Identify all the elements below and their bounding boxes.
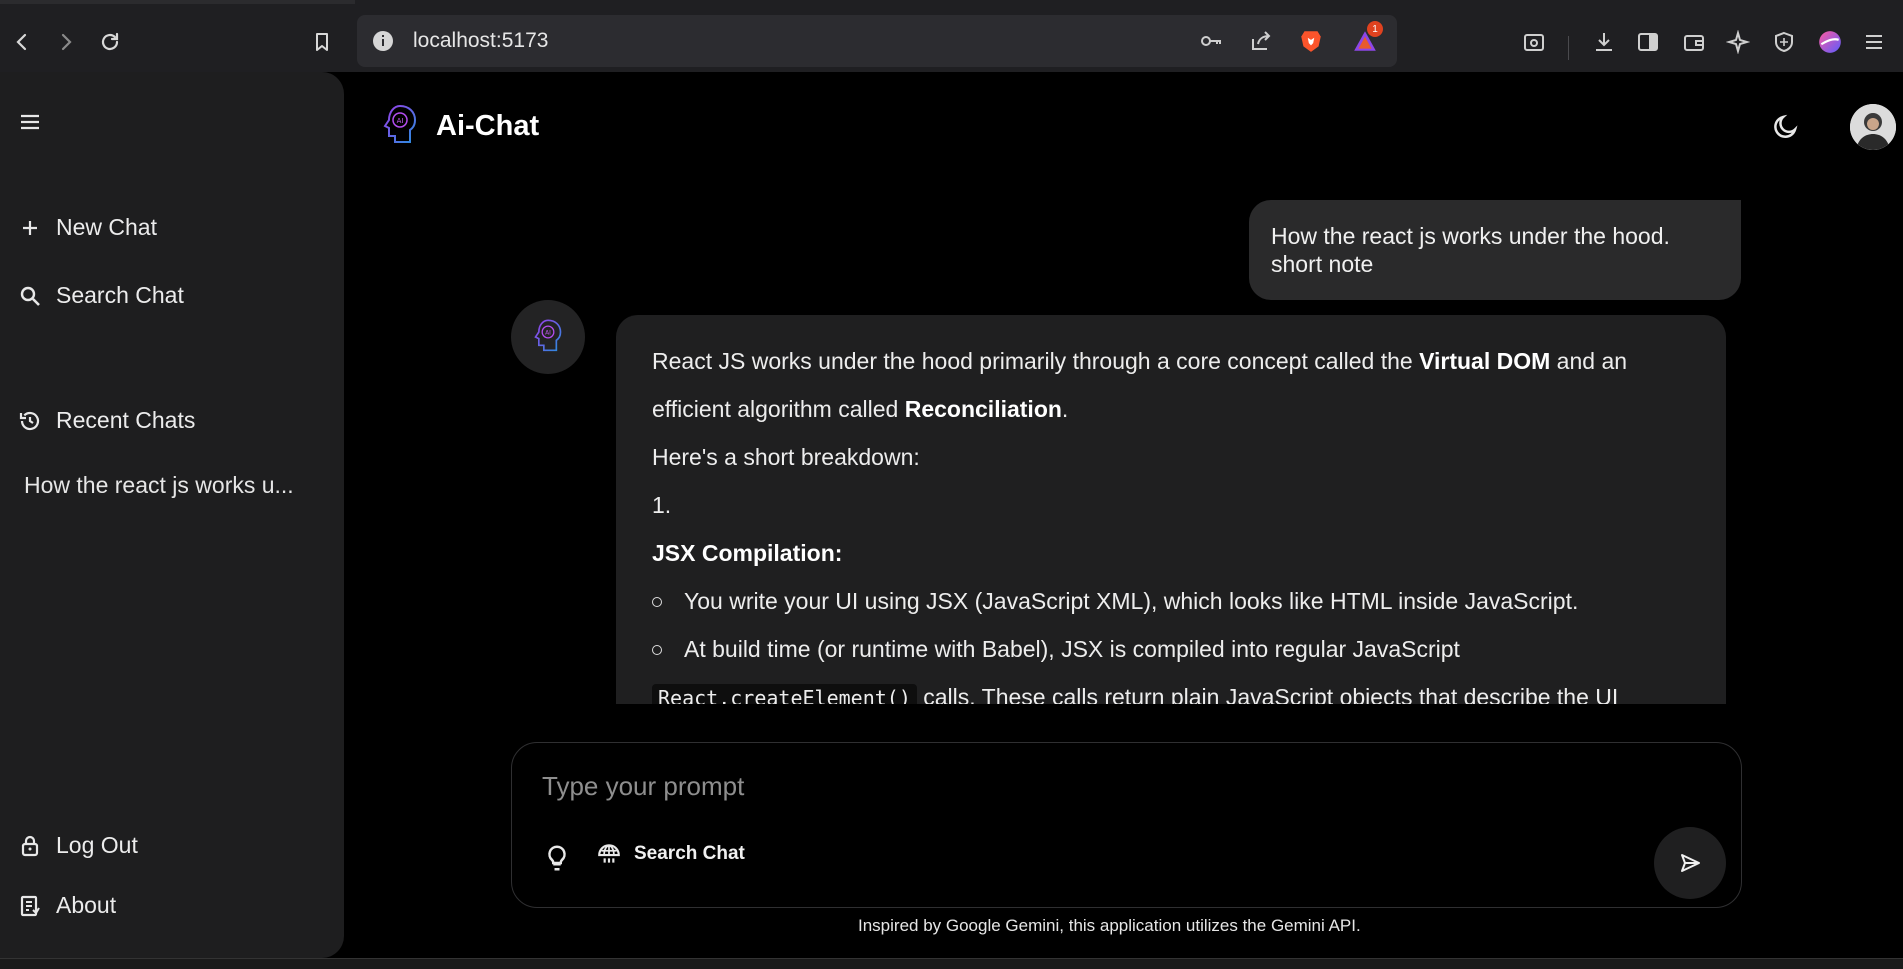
- window-bottom-edge: [0, 958, 1903, 969]
- recent-chats-heading: Recent Chats: [18, 407, 195, 434]
- url-text[interactable]: localhost:5173: [413, 29, 548, 53]
- about-label: About: [56, 892, 117, 918]
- reload-icon[interactable]: [94, 26, 126, 58]
- brave-rewards-icon[interactable]: 1: [1351, 21, 1383, 55]
- dark-mode-toggle-icon[interactable]: [1770, 112, 1800, 142]
- svg-text:AI: AI: [397, 117, 404, 125]
- profile-icon[interactable]: [1814, 26, 1846, 58]
- bot-avatar: AI: [511, 300, 585, 374]
- sidebar: New Chat Search Chat Recent Chats How th…: [0, 72, 344, 958]
- search-icon: [20, 286, 40, 306]
- search-chat-label: Search Chat: [56, 282, 184, 308]
- prompt-input[interactable]: [542, 771, 1542, 802]
- user-avatar[interactable]: [1850, 104, 1896, 150]
- vpn-icon[interactable]: [1768, 26, 1800, 58]
- search-chat-button[interactable]: Search Chat: [18, 282, 184, 309]
- app-title: Ai-Chat: [436, 110, 540, 142]
- logout-label: Log Out: [56, 832, 138, 858]
- notification-badge: 1: [1367, 21, 1383, 37]
- active-tab-hint[interactable]: [0, 0, 355, 4]
- key-icon[interactable]: [1197, 27, 1225, 55]
- chat-messages[interactable]: How the react js works under the hood. s…: [344, 190, 1903, 704]
- search-chat-chip-label: Search Chat: [634, 843, 745, 864]
- address-bar[interactable]: localhost:5173 1: [357, 15, 1397, 67]
- new-chat-button[interactable]: New Chat: [18, 214, 157, 241]
- browser-tab-strip: [0, 0, 1903, 12]
- sidebar-toggle-icon[interactable]: [1632, 26, 1664, 58]
- browser-toolbar: localhost:5173 1: [0, 12, 1903, 72]
- svg-text:AI: AI: [545, 331, 551, 337]
- bookmark-icon[interactable]: [306, 26, 338, 58]
- list-item: You write your UI using JSX (JavaScript …: [652, 577, 1690, 625]
- send-icon: [1681, 854, 1700, 872]
- list-item: At build time (or runtime with Babel), J…: [652, 625, 1690, 673]
- site-info-icon[interactable]: [371, 29, 395, 53]
- about-icon: [20, 895, 40, 916]
- reader-mode-icon[interactable]: [1518, 26, 1550, 58]
- download-icon[interactable]: [1588, 26, 1620, 58]
- new-chat-label: New Chat: [56, 214, 157, 240]
- list-item-continued: React.createElement() calls. These calls…: [652, 673, 1690, 704]
- lock-icon: [21, 835, 39, 856]
- ai-head-icon: AI: [534, 319, 562, 352]
- prompt-composer: Search Chat: [511, 742, 1742, 908]
- sidebar-menu-icon[interactable]: [18, 110, 42, 134]
- bot-breakdown: Here's a short breakdown:: [652, 444, 920, 470]
- recent-chats-title: Recent Chats: [56, 407, 196, 433]
- toolbar-divider: [1568, 36, 1569, 60]
- send-button[interactable]: [1654, 827, 1726, 899]
- globe-search-icon: [598, 844, 620, 863]
- ai-head-logo-icon: AI: [383, 104, 417, 143]
- logout-button[interactable]: Log Out: [18, 832, 138, 859]
- inline-code: React.createElement(): [652, 684, 917, 704]
- lightbulb-icon[interactable]: [542, 843, 572, 873]
- wallet-icon[interactable]: [1678, 26, 1710, 58]
- forward-icon[interactable]: [50, 26, 82, 58]
- leo-ai-icon[interactable]: [1722, 26, 1754, 58]
- menu-icon[interactable]: [1858, 26, 1890, 58]
- user-message-bubble: How the react js works under the hood. s…: [1249, 200, 1741, 300]
- back-icon[interactable]: [6, 26, 38, 58]
- list-number: 1.: [652, 492, 672, 518]
- plus-icon: [23, 220, 37, 235]
- bot-intro: React JS works under the hood primarily …: [652, 348, 1628, 422]
- brave-shield-icon[interactable]: [1297, 27, 1325, 55]
- bot-message-bubble: React JS works under the hood primarily …: [616, 315, 1726, 704]
- share-icon[interactable]: [1247, 27, 1275, 55]
- about-button[interactable]: About: [18, 892, 116, 919]
- step-title: JSX Compilation:: [652, 540, 843, 566]
- search-chat-toggle[interactable]: Search Chat: [596, 841, 745, 867]
- recent-chat-item[interactable]: How the react js works u...: [24, 472, 294, 499]
- history-icon: [19, 411, 40, 430]
